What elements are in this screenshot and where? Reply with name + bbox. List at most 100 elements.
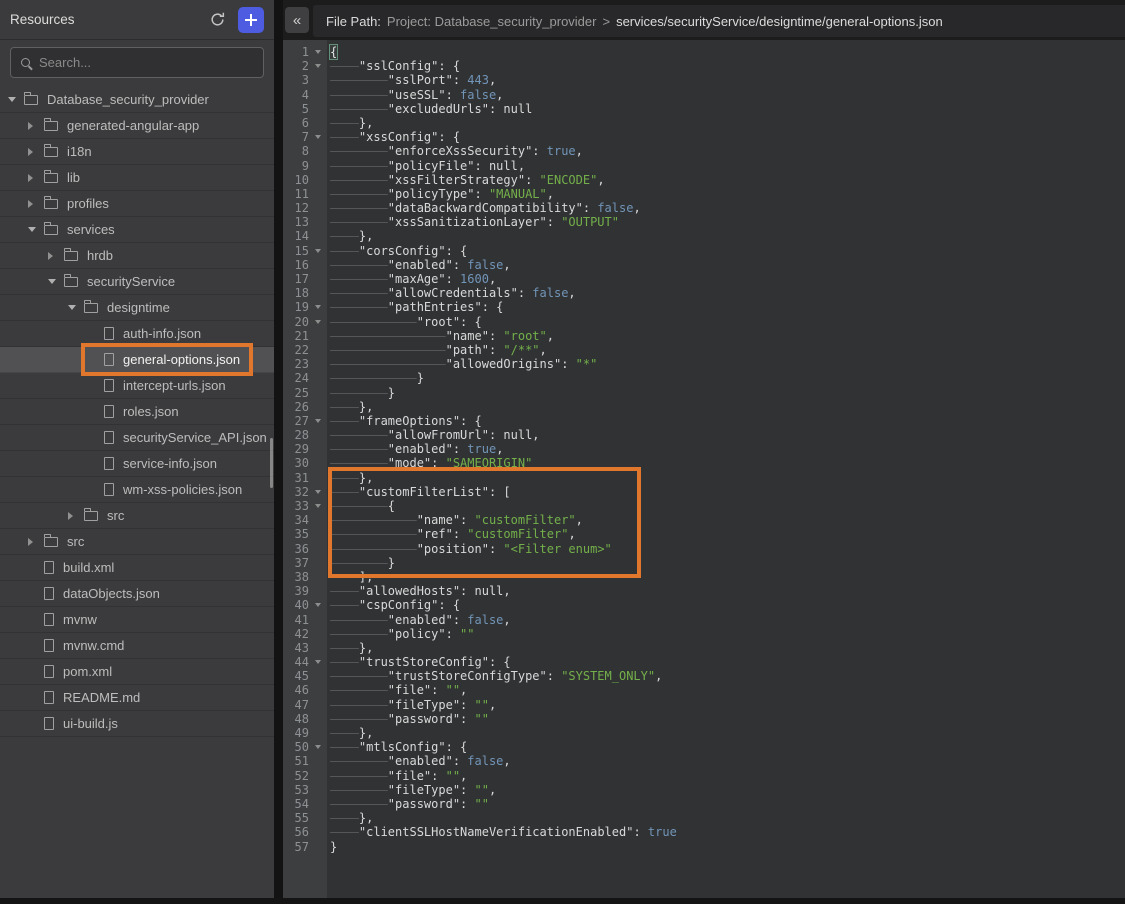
code-line-35[interactable]: 35 "ref": "customFilter", xyxy=(283,527,1125,541)
tree-item-dataobjects-json[interactable]: dataObjects.json xyxy=(0,581,274,607)
code-line-32[interactable]: 32 "customFilterList": [ xyxy=(283,485,1125,499)
code-line-25[interactable]: 25 } xyxy=(283,386,1125,400)
code-line-16[interactable]: 16 "enabled": false, xyxy=(283,258,1125,272)
caret-right-icon[interactable] xyxy=(48,252,64,260)
code-line-38[interactable]: 38 ], xyxy=(283,570,1125,584)
code-line-44[interactable]: 44 "trustStoreConfig": { xyxy=(283,655,1125,669)
code-line-11[interactable]: 11 "policyType": "MANUAL", xyxy=(283,187,1125,201)
tree-item-src[interactable]: src xyxy=(0,529,274,555)
code-line-3[interactable]: 3 "sslPort": 443, xyxy=(283,73,1125,87)
code-line-53[interactable]: 53 "fileType": "", xyxy=(283,783,1125,797)
code-line-19[interactable]: 19 "pathEntries": { xyxy=(283,300,1125,314)
code-line-18[interactable]: 18 "allowCredentials": false, xyxy=(283,286,1125,300)
tree-item-profiles[interactable]: profiles xyxy=(0,191,274,217)
tree-item-mvnw-cmd[interactable]: mvnw.cmd xyxy=(0,633,274,659)
fold-caret-icon[interactable] xyxy=(309,485,327,499)
code-line-8[interactable]: 8 "enforceXssSecurity": true, xyxy=(283,144,1125,158)
tree-item-generated-angular-app[interactable]: generated-angular-app xyxy=(0,113,274,139)
code-line-33[interactable]: 33 { xyxy=(283,499,1125,513)
code-line-21[interactable]: 21 "name": "root", xyxy=(283,329,1125,343)
code-line-10[interactable]: 10 "xssFilterStrategy": "ENCODE", xyxy=(283,173,1125,187)
code-line-4[interactable]: 4 "useSSL": false, xyxy=(283,88,1125,102)
code-line-37[interactable]: 37 } xyxy=(283,556,1125,570)
tree-item-i18n[interactable]: i18n xyxy=(0,139,274,165)
tree-item-database-security-provider[interactable]: Database_security_provider xyxy=(0,87,274,113)
fold-caret-icon[interactable] xyxy=(309,499,327,513)
caret-right-icon[interactable] xyxy=(28,122,44,130)
code-line-24[interactable]: 24 } xyxy=(283,371,1125,385)
code-line-1[interactable]: 1{ xyxy=(283,45,1125,59)
fold-caret-icon[interactable] xyxy=(309,244,327,258)
tree-item-ui-build-js[interactable]: ui-build.js xyxy=(0,711,274,737)
tree-item-designtime[interactable]: designtime xyxy=(0,295,274,321)
code-line-12[interactable]: 12 "dataBackwardCompatibility": false, xyxy=(283,201,1125,215)
caret-right-icon[interactable] xyxy=(28,200,44,208)
code-line-54[interactable]: 54 "password": "" xyxy=(283,797,1125,811)
code-editor[interactable]: 1{2 "sslConfig": {3 "sslPort": 443,4 "us… xyxy=(283,40,1125,904)
fold-caret-icon[interactable] xyxy=(309,655,327,669)
tree-item-mvnw[interactable]: mvnw xyxy=(0,607,274,633)
caret-down-icon[interactable] xyxy=(68,305,84,310)
code-line-43[interactable]: 43 }, xyxy=(283,641,1125,655)
caret-down-icon[interactable] xyxy=(48,279,64,284)
refresh-button[interactable] xyxy=(206,9,228,31)
code-line-50[interactable]: 50 "mtlsConfig": { xyxy=(283,740,1125,754)
tree-item-build-xml[interactable]: build.xml xyxy=(0,555,274,581)
caret-down-icon[interactable] xyxy=(28,227,44,232)
tree-item-securityservice-api-json[interactable]: securityService_API.json xyxy=(0,425,274,451)
tree-item-securityservice[interactable]: securityService xyxy=(0,269,274,295)
sidebar-scrollbar[interactable] xyxy=(270,438,273,488)
code-line-23[interactable]: 23 "allowedOrigins": "*" xyxy=(283,357,1125,371)
code-line-45[interactable]: 45 "trustStoreConfigType": "SYSTEM_ONLY"… xyxy=(283,669,1125,683)
tree-item-lib[interactable]: lib xyxy=(0,165,274,191)
tree-item-wm-xss-policies-json[interactable]: wm-xss-policies.json xyxy=(0,477,274,503)
tree-item-general-options-json[interactable]: general-options.json xyxy=(0,347,274,373)
fold-caret-icon[interactable] xyxy=(309,414,327,428)
fold-caret-icon[interactable] xyxy=(309,598,327,612)
caret-right-icon[interactable] xyxy=(28,174,44,182)
code-line-52[interactable]: 52 "file": "", xyxy=(283,769,1125,783)
add-resource-button[interactable] xyxy=(238,7,264,33)
code-line-57[interactable]: 57} xyxy=(283,840,1125,854)
tree-item-intercept-urls-json[interactable]: intercept-urls.json xyxy=(0,373,274,399)
code-line-34[interactable]: 34 "name": "customFilter", xyxy=(283,513,1125,527)
fold-caret-icon[interactable] xyxy=(309,130,327,144)
tree-item-readme-md[interactable]: README.md xyxy=(0,685,274,711)
panel-divider[interactable] xyxy=(274,0,283,904)
tree-item-hrdb[interactable]: hrdb xyxy=(0,243,274,269)
code-line-55[interactable]: 55 }, xyxy=(283,811,1125,825)
caret-down-icon[interactable] xyxy=(8,97,24,102)
tree-item-auth-info-json[interactable]: auth-info.json xyxy=(0,321,274,347)
fold-caret-icon[interactable] xyxy=(309,315,327,329)
code-line-46[interactable]: 46 "file": "", xyxy=(283,683,1125,697)
code-line-39[interactable]: 39 "allowedHosts": null, xyxy=(283,584,1125,598)
code-line-31[interactable]: 31 }, xyxy=(283,471,1125,485)
code-line-20[interactable]: 20 "root": { xyxy=(283,315,1125,329)
code-line-13[interactable]: 13 "xssSanitizationLayer": "OUTPUT" xyxy=(283,215,1125,229)
fold-caret-icon[interactable] xyxy=(309,45,327,59)
code-line-51[interactable]: 51 "enabled": false, xyxy=(283,754,1125,768)
code-line-15[interactable]: 15 "corsConfig": { xyxy=(283,244,1125,258)
code-line-22[interactable]: 22 "path": "/**", xyxy=(283,343,1125,357)
code-line-40[interactable]: 40 "cspConfig": { xyxy=(283,598,1125,612)
search-input[interactable] xyxy=(39,55,253,70)
fold-caret-icon[interactable] xyxy=(309,59,327,73)
code-line-29[interactable]: 29 "enabled": true, xyxy=(283,442,1125,456)
code-line-48[interactable]: 48 "password": "" xyxy=(283,712,1125,726)
tree-item-service-info-json[interactable]: service-info.json xyxy=(0,451,274,477)
code-line-56[interactable]: 56 "clientSSLHostNameVerificationEnabled… xyxy=(283,825,1125,839)
code-line-30[interactable]: 30 "mode": "SAMEORIGIN" xyxy=(283,456,1125,470)
code-line-28[interactable]: 28 "allowFromUrl": null, xyxy=(283,428,1125,442)
tree-item-services[interactable]: services xyxy=(0,217,274,243)
code-line-7[interactable]: 7 "xssConfig": { xyxy=(283,130,1125,144)
fold-caret-icon[interactable] xyxy=(309,300,327,314)
code-line-2[interactable]: 2 "sslConfig": { xyxy=(283,59,1125,73)
tree-item-src[interactable]: src xyxy=(0,503,274,529)
code-line-47[interactable]: 47 "fileType": "", xyxy=(283,698,1125,712)
caret-right-icon[interactable] xyxy=(28,148,44,156)
collapse-sidebar-button[interactable] xyxy=(285,7,309,33)
code-line-14[interactable]: 14 }, xyxy=(283,229,1125,243)
code-line-6[interactable]: 6 }, xyxy=(283,116,1125,130)
caret-right-icon[interactable] xyxy=(28,538,44,546)
code-line-42[interactable]: 42 "policy": "" xyxy=(283,627,1125,641)
